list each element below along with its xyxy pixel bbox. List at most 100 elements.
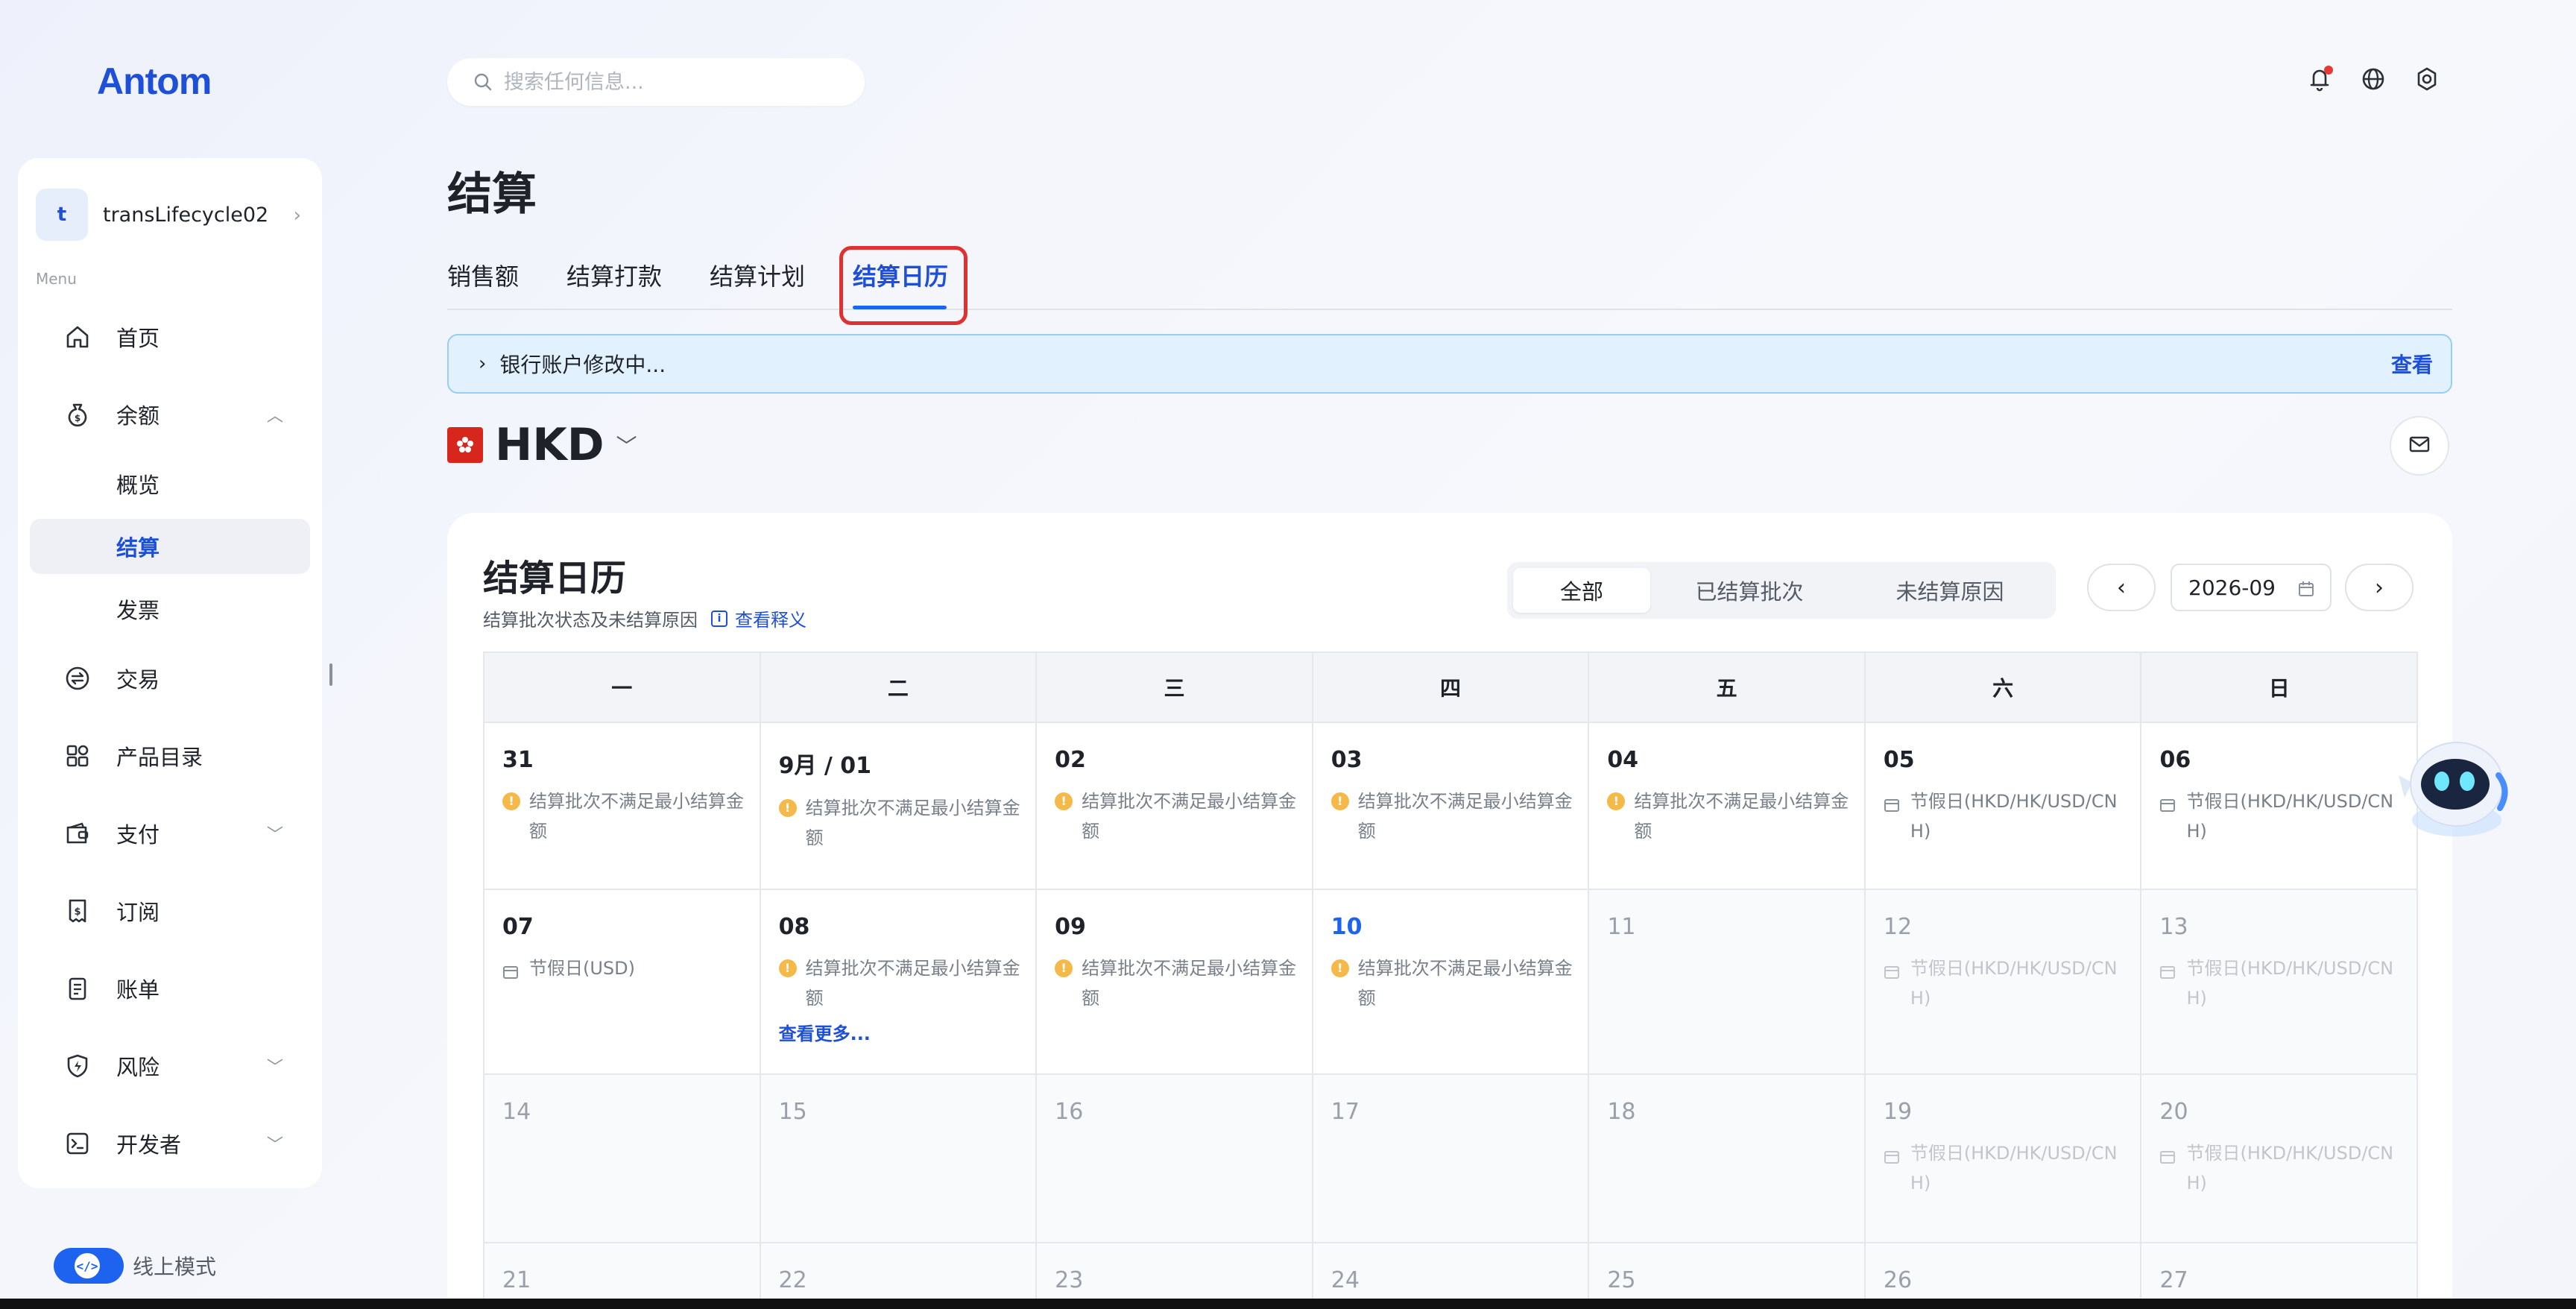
global-search[interactable] — [447, 58, 865, 106]
calendar-day-cell[interactable]: 08! 结算批次不满足最小结算金额 查看更多... — [760, 890, 1038, 1075]
day-number: 04 — [1607, 747, 1639, 773]
day-number: 05 — [1883, 747, 1915, 773]
notification-button[interactable] — [2305, 66, 2334, 95]
status-warning: ! 结算批次不满足最小结算金额 — [1607, 786, 1864, 846]
calendar-day-cell[interactable]: 14 — [484, 1075, 761, 1243]
calendar-day-cell[interactable]: 06 节假日(HKD/HK/USD/CNH) — [2141, 723, 2419, 890]
sidebar-item-bills[interactable]: 账单 — [30, 960, 310, 1017]
sidebar-item-developers[interactable]: 开发者 ﹀ — [30, 1115, 310, 1172]
sidebar-item-payments[interactable]: 支付 ﹀ — [30, 805, 310, 862]
svg-text:$: $ — [75, 413, 80, 423]
chevron-left-icon: ‹ — [2117, 574, 2126, 601]
chevron-right-icon[interactable]: › — [479, 353, 486, 375]
sidebar-resize-handle[interactable] — [329, 663, 332, 686]
calendar-day-cell[interactable]: 15 — [760, 1075, 1038, 1243]
page-title: 结算 — [447, 168, 537, 221]
filter-unsettled-reasons[interactable]: 未结算原因 — [1852, 568, 2048, 613]
tab-settlement-plan[interactable]: 结算计划 — [710, 258, 805, 292]
mail-icon — [2408, 435, 2431, 457]
calendar-day-cell[interactable]: 03! 结算批次不满足最小结算金额 — [1313, 723, 1590, 890]
filter-all[interactable]: 全部 — [1513, 568, 1650, 613]
weekday-header-row: 一二三四五六日 — [484, 653, 2419, 723]
settlement-calendar-card: 结算日历 结算批次状态及未结算原因 i 查看释义 全部 已结算批次 未结算原因 … — [447, 513, 2452, 1309]
mode-label: 线上模式 — [133, 1255, 217, 1279]
calendar-day-cell[interactable]: 9月 / 01! 结算批次不满足最小结算金额 — [760, 723, 1038, 890]
calendar-day-cell[interactable]: 18 — [1589, 1075, 1866, 1243]
calendar-day-cell[interactable]: 04 ! 结算批次不满足最小结算金额 — [1589, 723, 1866, 890]
calendar-day-cell[interactable]: 02! 结算批次不满足最小结算金额 — [1037, 723, 1313, 890]
sidebar-item-invoice[interactable]: 发票 — [30, 581, 310, 637]
tab-sales[interactable]: 销售额 — [447, 258, 519, 292]
month-picker[interactable]: 2026-09 — [2171, 564, 2332, 611]
settings-button[interactable] — [2412, 66, 2442, 95]
status-text: 结算批次不满足最小结算金额 — [1357, 958, 1573, 1009]
calendar-icon — [1884, 1144, 1903, 1198]
globe-icon — [2361, 66, 2386, 95]
mode-switch[interactable]: </> — [54, 1248, 124, 1284]
calendar-day-cell[interactable]: 19 节假日(HKD/HK/USD/CNH) — [1865, 1075, 2142, 1243]
day-number: 17 — [1330, 1099, 1360, 1125]
ai-assistant-robot-icon[interactable] — [2382, 731, 2516, 842]
svg-text:$: $ — [74, 906, 80, 918]
status-text: 节假日(HKD/HK/USD/CNH) — [1910, 1143, 2118, 1193]
account-switcher[interactable]: t transLifecycle02 › — [36, 186, 304, 243]
sidebar-item-settlement[interactable]: 结算 — [30, 519, 310, 574]
shield-icon — [63, 1051, 92, 1081]
status-text: 结算批次不满足最小结算金额 — [805, 958, 1020, 1009]
calendar-day-cell[interactable]: 09! 结算批次不满足最小结算金额 — [1037, 890, 1313, 1075]
sidebar-item-balance[interactable]: $ 余额 ︿ — [30, 386, 310, 443]
warning-icon: ! — [1055, 959, 1074, 1013]
calendar-day-cell[interactable]: 31! 结算批次不满足最小结算金额 — [484, 723, 761, 890]
sidebar-item-risk[interactable]: 风险 ﹀ — [30, 1038, 310, 1094]
currency-selector[interactable]: HKD ﹀ — [447, 419, 637, 471]
notification-dot — [2324, 66, 2333, 75]
status-text: 结算批次不满足最小结算金额 — [1082, 791, 1297, 842]
subscription-icon: $ — [63, 896, 92, 926]
weekday-header: 三 — [1037, 653, 1313, 723]
day-number: 22 — [778, 1267, 807, 1293]
window-bottom-edge — [0, 1299, 2576, 1309]
avatar: t — [36, 189, 88, 241]
calendar-day-cell[interactable]: 12 节假日(HKD/HK/USD/CNH) — [1865, 890, 2142, 1075]
calendar-grid: 一二三四五六日 31! 结算批次不满足最小结算金额 9月 / 01! 结算批次不满足最小… — [483, 652, 2419, 1309]
sidebar-item-transactions[interactable]: 交易 — [30, 650, 310, 707]
calendar-icon — [2297, 578, 2315, 596]
status-holiday: 节假日(HKD/HK/USD/CNH) — [2159, 1138, 2416, 1198]
status-warning: ! 结算批次不满足最小结算金额 — [1055, 786, 1312, 846]
banner-view-link[interactable]: 查看 — [2391, 349, 2433, 379]
calendar-day-cell[interactable]: 17 — [1313, 1075, 1590, 1243]
language-button[interactable] — [2358, 66, 2388, 95]
next-month-button[interactable]: › — [2345, 564, 2414, 611]
sidebar-item-product-catalog[interactable]: 产品目录 — [30, 728, 310, 784]
calendar-day-cell[interactable]: 20 节假日(HKD/HK/USD/CNH) — [2141, 1075, 2419, 1243]
sidebar-item-overview[interactable]: 概览 — [30, 456, 310, 511]
tab-settlement-payouts[interactable]: 结算打款 — [566, 258, 662, 292]
banner-text: 银行账户修改中... — [499, 353, 666, 377]
calendar-day-cell[interactable]: 16 — [1037, 1075, 1313, 1243]
day-number: 20 — [2159, 1099, 2188, 1125]
warning-icon: ! — [1607, 792, 1626, 846]
money-bag-icon: $ — [63, 400, 92, 429]
previous-month-button[interactable]: ‹ — [2087, 564, 2156, 611]
calendar-day-cell[interactable]: 13 节假日(HKD/HK/USD/CNH) — [2141, 890, 2419, 1075]
warning-icon: ! — [1330, 792, 1351, 846]
calendar-day-cell[interactable]: 07 节假日(USD) — [484, 890, 761, 1075]
email-subscribe-button[interactable] — [2390, 416, 2449, 476]
sidebar-item-subscriptions[interactable]: $ 订阅 — [30, 883, 310, 939]
calendar-day-cell[interactable]: 10! 结算批次不满足最小结算金额 — [1313, 890, 1590, 1075]
calendar-icon — [2159, 959, 2179, 1013]
filter-settled-batches[interactable]: 已结算批次 — [1656, 568, 1843, 613]
explain-link[interactable]: i 查看释义 — [711, 605, 806, 631]
live-mode-toggle[interactable]: </> 线上模式 — [54, 1248, 216, 1284]
calendar-day-cell[interactable]: 05 节假日(HKD/HK/USD/CNH) — [1865, 723, 2142, 890]
calendar-icon — [1884, 959, 1903, 1013]
day-number: 26 — [1883, 1267, 1913, 1293]
day-number: 14 — [502, 1099, 531, 1125]
day-number: 23 — [1055, 1267, 1084, 1293]
status-warning: ! 结算批次不满足最小结算金额 — [502, 786, 760, 846]
view-more-link[interactable]: 查看更多... — [779, 1019, 1036, 1045]
calendar-day-cell[interactable]: 11 — [1589, 890, 1866, 1075]
sidebar-item-home[interactable]: 首页 — [30, 309, 310, 365]
search-input[interactable] — [504, 70, 832, 94]
antom-logo[interactable]: Antom — [97, 60, 212, 103]
